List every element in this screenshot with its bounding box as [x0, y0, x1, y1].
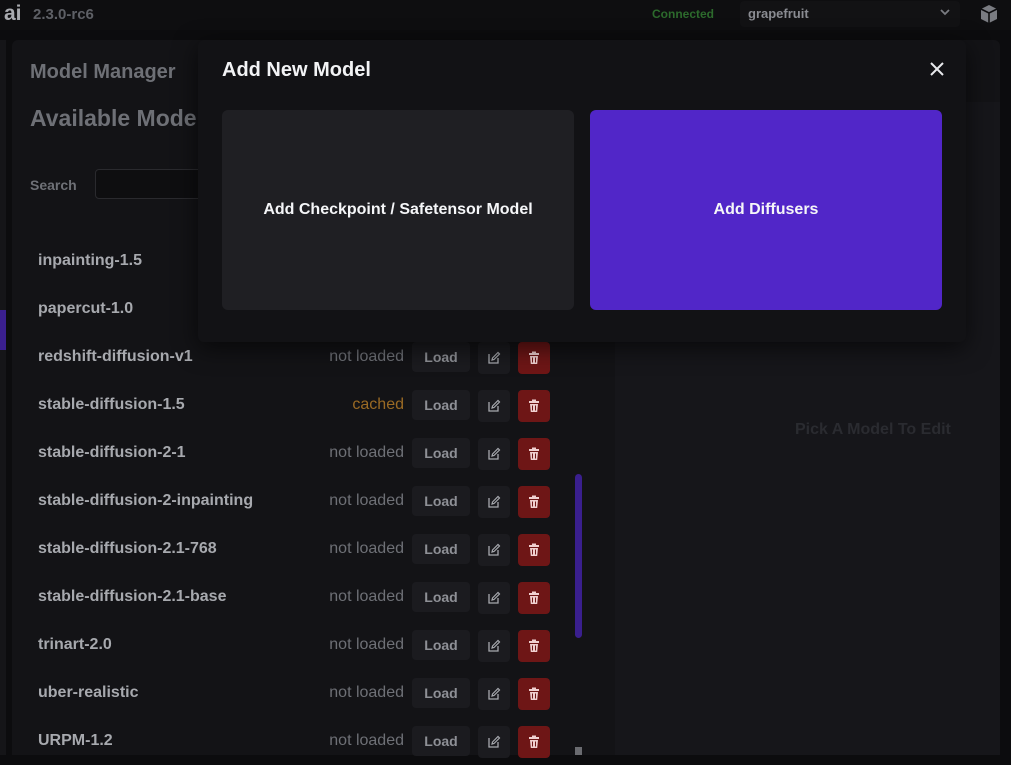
edit-icon — [488, 495, 501, 508]
edit-model-button[interactable] — [478, 390, 510, 422]
pick-model-hint: Pick A Model To Edit — [795, 421, 951, 438]
edit-icon — [488, 591, 501, 604]
load-button[interactable]: Load — [412, 486, 470, 516]
model-name: redshift-diffusion-v1 — [38, 348, 193, 365]
model-select[interactable]: grapefruit — [740, 1, 960, 27]
model-select-value: grapefruit — [748, 6, 809, 21]
model-row[interactable]: uber-realistic not loaded Load — [12, 669, 572, 717]
model-status: not loaded — [329, 540, 404, 557]
model-row[interactable]: trinart-2.0 not loaded Load — [12, 621, 572, 669]
load-button[interactable]: Load — [412, 582, 470, 612]
edit-model-button[interactable] — [478, 486, 510, 518]
model-status: not loaded — [329, 588, 404, 605]
edit-model-button[interactable] — [478, 678, 510, 710]
model-status: not loaded — [329, 636, 404, 653]
edit-model-button[interactable] — [478, 534, 510, 566]
trash-icon — [529, 447, 539, 460]
model-row[interactable]: URPM-1.2 not loaded Load — [12, 717, 572, 765]
edit-icon — [488, 639, 501, 652]
model-name: URPM-1.2 — [38, 732, 113, 749]
add-model-modal: Add New Model Add Checkpoint / Safetenso… — [198, 40, 966, 342]
app-version: 2.3.0-rc6 — [33, 6, 94, 23]
scrollbar-end — [575, 747, 582, 755]
chevron-down-icon — [940, 9, 950, 16]
model-row[interactable]: stable-diffusion-2-1 not loaded Load — [12, 429, 572, 477]
delete-model-button[interactable] — [518, 582, 550, 614]
edit-icon — [488, 543, 501, 556]
edit-model-button[interactable] — [478, 342, 510, 374]
edit-icon — [488, 351, 501, 364]
close-icon[interactable] — [925, 57, 949, 81]
trash-icon — [529, 687, 539, 700]
add-diffusers-button[interactable]: Add Diffusers — [590, 110, 942, 310]
edit-icon — [488, 687, 501, 700]
app-logo: ai — [4, 2, 22, 25]
load-button[interactable]: Load — [412, 534, 470, 564]
edit-icon — [488, 735, 501, 748]
left-strip-highlight — [0, 310, 6, 350]
load-button[interactable]: Load — [412, 630, 470, 660]
left-strip — [0, 40, 6, 755]
model-row[interactable]: stable-diffusion-1.5 cached Load — [12, 381, 572, 429]
delete-model-button[interactable] — [518, 390, 550, 422]
model-name: stable-diffusion-2.1-768 — [38, 540, 217, 557]
delete-model-button[interactable] — [518, 438, 550, 470]
model-name: stable-diffusion-2.1-base — [38, 588, 227, 605]
model-name: trinart-2.0 — [38, 636, 112, 653]
model-name: stable-diffusion-2-inpainting — [38, 492, 254, 509]
edit-model-button[interactable] — [478, 726, 510, 758]
load-button[interactable]: Load — [412, 438, 470, 468]
trash-icon — [529, 639, 539, 652]
delete-model-button[interactable] — [518, 534, 550, 566]
load-button[interactable]: Load — [412, 390, 470, 420]
delete-model-button[interactable] — [518, 678, 550, 710]
load-button[interactable]: Load — [412, 678, 470, 708]
search-label: Search — [30, 177, 77, 193]
model-row[interactable]: stable-diffusion-2.1-base not loaded Load — [12, 573, 572, 621]
edit-model-button[interactable] — [478, 582, 510, 614]
edit-icon — [488, 447, 501, 460]
connection-status: Connected — [652, 7, 715, 21]
edit-icon — [488, 399, 501, 412]
available-models-title: Available Mode — [30, 105, 197, 131]
edit-model-button[interactable] — [478, 438, 510, 470]
model-row[interactable]: stable-diffusion-2-inpainting not loaded L… — [12, 477, 572, 525]
load-button[interactable]: Load — [412, 342, 470, 372]
model-name: stable-diffusion-1.5 — [38, 396, 185, 413]
model-status: not loaded — [329, 732, 404, 749]
delete-model-button[interactable] — [518, 726, 550, 758]
cube-icon[interactable] — [978, 3, 1000, 25]
modal-title: Add New Model — [222, 59, 371, 81]
model-row[interactable]: stable-diffusion-2.1-768 not loaded Load — [12, 525, 572, 573]
model-name: stable-diffusion-2-1 — [38, 444, 186, 461]
edit-model-button[interactable] — [478, 630, 510, 662]
trash-icon — [529, 399, 539, 412]
model-status: not loaded — [329, 492, 404, 509]
load-button[interactable]: Load — [412, 726, 470, 756]
model-status: not loaded — [329, 684, 404, 701]
scrollbar-thumb[interactable] — [575, 474, 582, 638]
model-name: uber-realistic — [38, 684, 139, 701]
model-status: cached — [352, 396, 404, 413]
trash-icon — [529, 351, 539, 364]
trash-icon — [529, 735, 539, 748]
model-status: not loaded — [329, 444, 404, 461]
model-name: papercut-1.0 — [38, 300, 134, 317]
search-input[interactable] — [95, 169, 205, 199]
top-bar: ai 2.3.0-rc6 Connected grapefruit — [0, 0, 1011, 30]
delete-model-button[interactable] — [518, 486, 550, 518]
trash-icon — [529, 495, 539, 508]
trash-icon — [529, 591, 539, 604]
delete-model-button[interactable] — [518, 342, 550, 374]
add-checkpoint-button[interactable]: Add Checkpoint / Safetensor Model — [222, 110, 574, 310]
trash-icon — [529, 543, 539, 556]
delete-model-button[interactable] — [518, 630, 550, 662]
model-name: inpainting-1.5 — [38, 252, 142, 269]
model-manager-title: Model Manager — [30, 61, 176, 83]
